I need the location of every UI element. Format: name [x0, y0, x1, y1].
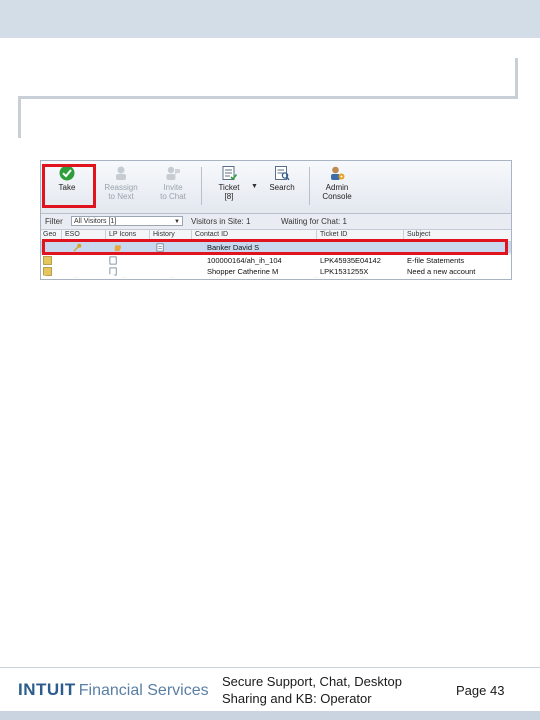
toolbar-separator: [309, 167, 310, 205]
subject: E-file Statements: [407, 256, 465, 265]
visitors-in-site-count: Visitors in Site: 1: [191, 217, 251, 226]
top-band: [0, 0, 540, 38]
document-title: Secure Support, Chat, Desktop Sharing an…: [222, 674, 402, 706]
operator-console-screenshot: Take Reassign to Next Invite to Chat Tic…: [40, 160, 512, 280]
admin-icon: [331, 166, 345, 180]
reassign-icon: [116, 166, 126, 180]
torn-edge: [41, 274, 511, 279]
decorative-bracket-left: [18, 96, 21, 138]
selected-row-highlight-box: [42, 239, 508, 255]
waiting-for-chat-count: Waiting for Chat: 1: [281, 217, 347, 226]
chevron-down-icon: ▼: [174, 219, 180, 225]
ticket-button[interactable]: Ticket [8]: [206, 165, 252, 209]
filter-select[interactable]: All Visitors [1] ▼: [71, 216, 183, 226]
filter-selected-value: All Visitors [1]: [74, 218, 117, 225]
ticket-icon: [222, 166, 237, 181]
filter-label: Filter: [45, 217, 63, 226]
search-icon: [275, 166, 290, 181]
ticket-label: Ticket [8]: [218, 183, 240, 201]
division-name: Financial Services: [78, 682, 209, 699]
document-icon: [109, 256, 117, 265]
page-number: Page 43: [456, 683, 505, 698]
bottom-band: [0, 711, 540, 720]
ticket-id: LPK45935E04142: [320, 256, 381, 265]
column-header-subject[interactable]: Subject: [407, 231, 430, 238]
reassign-label: Reassign to Next: [104, 183, 138, 201]
decorative-bracket-line: [18, 96, 518, 99]
ticket-dropdown-arrow-icon[interactable]: ▼: [251, 183, 258, 190]
column-header-lp-icons[interactable]: LP Icons: [109, 231, 136, 238]
search-button[interactable]: Search: [259, 165, 305, 209]
decorative-bracket-right: [515, 58, 518, 99]
intuit-logo: INTUIT Financial Services: [18, 680, 209, 700]
globe-icon: [43, 256, 52, 265]
search-label: Search: [269, 183, 295, 192]
column-header-history[interactable]: History: [153, 231, 175, 238]
table-row[interactable]: 100000164/ah_ih_104 LPK45935E04142 E-fil…: [41, 255, 511, 266]
toolbar-separator: [201, 167, 202, 205]
invite-label: Invite to Chat: [160, 183, 186, 201]
reassign-button[interactable]: Reassign to Next: [98, 165, 144, 209]
column-header-geo[interactable]: Geo: [43, 231, 56, 238]
take-highlight-box: [42, 164, 96, 208]
admin-console-button[interactable]: Admin Console: [314, 165, 360, 209]
brand-name: INTUIT: [18, 680, 76, 699]
column-header-eso[interactable]: ESO: [65, 231, 80, 238]
footer-divider: [0, 667, 540, 668]
admin-console-label: Admin Console: [322, 183, 352, 201]
filter-bar: Filter All Visitors [1] ▼ Visitors in Si…: [41, 214, 511, 230]
column-header-contact-id[interactable]: Contact ID: [195, 231, 228, 238]
invite-to-chat-button[interactable]: Invite to Chat: [150, 165, 196, 209]
invite-icon: [166, 166, 180, 180]
contact-id: 100000164/ah_ih_104: [207, 256, 282, 265]
column-header-ticket-id[interactable]: Ticket ID: [320, 231, 347, 238]
console-toolbar: Take Reassign to Next Invite to Chat Tic…: [41, 161, 511, 214]
